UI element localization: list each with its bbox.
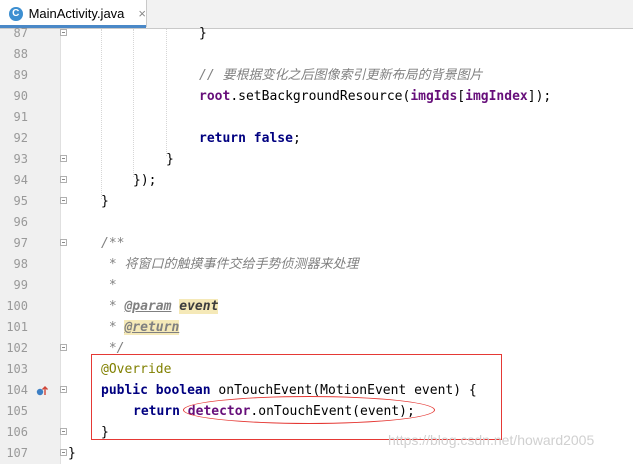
comment-text: // 要根据变化之后图像索引更新布局的背景图片 [199, 68, 483, 83]
tab-label: MainActivity.java [28, 6, 125, 21]
code-line: 100 * @param event [0, 296, 633, 317]
fold-marker-icon[interactable] [60, 428, 67, 435]
close-icon[interactable]: × [138, 6, 146, 21]
code-line: 92 return false; [0, 128, 633, 149]
javadoc-text: /** [101, 236, 125, 251]
code-line: 97 /** [0, 233, 633, 254]
line-number: 88 [13, 47, 28, 61]
code-line: 99 * [0, 275, 633, 296]
line-number: 89 [13, 68, 28, 82]
fold-marker-icon[interactable] [60, 386, 67, 393]
bracket: [ [457, 89, 466, 104]
javadoc-text: * @return [101, 317, 180, 338]
line-number: 98 [13, 257, 28, 271]
field-imgindex: imgIndex [465, 89, 528, 104]
line-number: 102 [6, 341, 28, 355]
code-text: } [199, 26, 207, 41]
line-number: 97 [13, 236, 28, 250]
override-method-icon[interactable] [36, 385, 48, 397]
javadoc-tag-return: @return [124, 320, 180, 335]
java-class-icon: C [9, 6, 23, 21]
line-number: 107 [6, 446, 28, 460]
code-text: return false; [199, 128, 301, 149]
fold-marker-icon[interactable] [60, 29, 67, 36]
line-number: 104 [6, 383, 28, 397]
semicolon: ; [292, 131, 301, 146]
javadoc-tag-param: @param [124, 299, 172, 314]
line-number: 95 [13, 194, 28, 208]
code-line: 101 * @return [0, 317, 633, 338]
javadoc-text: * [101, 278, 117, 293]
field-imgids: imgIds [410, 89, 458, 104]
line-number: 103 [6, 362, 28, 376]
code-line: 91 [0, 107, 633, 128]
line-number: 90 [13, 89, 28, 103]
code-line: 87 } [0, 23, 633, 44]
method-call: .setBackgroundResource( [230, 89, 411, 104]
keyword-return: return [199, 131, 246, 146]
fold-marker-icon[interactable] [60, 239, 67, 246]
line-number: 93 [13, 152, 28, 166]
fold-marker-icon[interactable] [60, 155, 67, 162]
javadoc-star: * [101, 320, 125, 335]
line-number: 105 [6, 404, 28, 418]
javadoc-text: * @param event [101, 296, 219, 317]
code-line: 90 root.setBackgroundResource(imgIds[img… [0, 86, 633, 107]
code-text: } [166, 152, 174, 167]
line-number: 87 [13, 26, 28, 40]
code-text: } [68, 446, 76, 461]
fold-marker-icon[interactable] [60, 176, 67, 183]
line-number: 92 [13, 131, 28, 145]
highlight-ellipse [183, 396, 435, 424]
keyword-false: false [253, 131, 293, 146]
javadoc-text: * 将窗口的触摸事件交给手势侦测器来处理 [101, 257, 359, 272]
fold-marker-icon[interactable] [60, 344, 67, 351]
code-text: }); [133, 173, 157, 188]
code-line: 93 } [0, 149, 633, 170]
code-line: 95 } [0, 191, 633, 212]
javadoc-star: * [101, 299, 125, 314]
line-number: 99 [13, 278, 28, 292]
fold-marker-icon[interactable] [60, 197, 67, 204]
code-text: } [101, 194, 109, 209]
line-number: 94 [13, 173, 28, 187]
javadoc-param-name: event [179, 299, 219, 314]
fold-marker-icon[interactable] [60, 449, 67, 456]
watermark: https://blog.csdn.net/howard2005 [388, 432, 595, 448]
field-root: root [199, 89, 231, 104]
code-line: 98 * 将窗口的触摸事件交给手势侦测器来处理 [0, 254, 633, 275]
line-number: 106 [6, 425, 28, 439]
code-line: 89 // 要根据变化之后图像索引更新布局的背景图片 [0, 65, 633, 86]
line-number: 100 [6, 299, 28, 313]
line-number: 91 [13, 110, 28, 124]
code-line: 94 }); [0, 170, 633, 191]
code-line: 96 [0, 212, 633, 233]
line-number: 101 [6, 320, 28, 334]
code-line: 88 [0, 44, 633, 65]
statement-end: ]); [527, 89, 552, 104]
code-text: root.setBackgroundResource(imgIds[imgInd… [199, 86, 551, 107]
line-number: 96 [13, 215, 28, 229]
